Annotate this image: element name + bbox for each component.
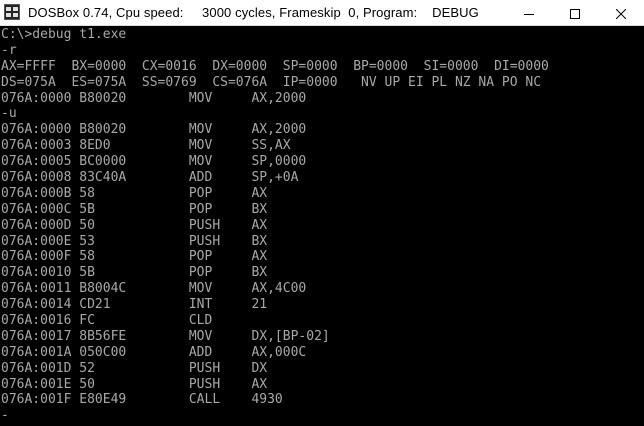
close-icon (615, 4, 627, 23)
dosbox-icon[interactable] (4, 4, 20, 20)
maximize-icon (570, 4, 580, 23)
terminal-line: 076A:0008 83C40A ADD SP,+0A (1, 170, 299, 186)
terminal-line: 076A:0016 FC CLD (1, 313, 213, 329)
terminal-line: 076A:0000 B80020 MOV AX,2000 (1, 90, 307, 106)
terminal-right-margin (630, 27, 644, 426)
terminal-line: - (1, 408, 9, 424)
terminal-line: 076A:0011 B8004C MOV AX,4C00 (1, 281, 307, 297)
terminal-line: 076A:000B 58 POP AX (1, 185, 268, 201)
terminal-line: 076A:000E 53 PUSH BX (1, 233, 268, 249)
terminal-line: 076A:001E 50 PUSH AX (1, 376, 268, 392)
terminal-line: 076A:0000 B80020 MOV AX,2000 (1, 122, 307, 138)
terminal-line: 076A:001F E80E49 CALL 4930 (1, 392, 283, 408)
terminal-line: 076A:000F 58 POP AX (1, 249, 268, 265)
terminal-line: 076A:001A 050C00 ADD AX,000C (1, 344, 307, 360)
terminal-line: 076A:0005 BC0000 MOV SP,0000 (1, 154, 307, 170)
dos-terminal[interactable]: C:\>debug t1.exe -r AX=FFFF BX=0000 CX=001… (0, 27, 630, 426)
terminal-line: 076A:0017 8B56FE MOV DX,[BP-02] (1, 328, 330, 344)
terminal-line: 076A:000C 5B POP BX (1, 201, 268, 217)
terminal-line: 076A:0003 8ED0 MOV SS,AX (1, 138, 291, 154)
minimize-button[interactable] (506, 0, 552, 26)
dosbox-window: DOSBox 0.74, Cpu speed: 3000 cycles, Fra… (0, 0, 644, 426)
terminal-line: 076A:0014 CD21 INT 21 (1, 297, 268, 313)
terminal-line: -u (1, 106, 17, 122)
maximize-button[interactable] (552, 0, 598, 26)
window-title: DOSBox 0.74, Cpu speed: 3000 cycles, Fra… (28, 5, 479, 20)
minimize-icon (524, 4, 534, 23)
title-bar[interactable]: DOSBox 0.74, Cpu speed: 3000 cycles, Fra… (0, 0, 644, 26)
terminal-line: 076A:000D 50 PUSH AX (1, 217, 268, 233)
terminal-line: C:\>debug t1.exe (1, 27, 127, 42)
terminal-line: DS=075A ES=075A SS=0769 CS=076A IP=0000 … (1, 74, 542, 90)
terminal-line: 076A:001D 52 PUSH DX (1, 360, 268, 376)
terminal-line: 076A:0010 5B POP BX (1, 265, 268, 281)
terminal-line: AX=FFFF BX=0000 CX=0016 DX=0000 SP=0000 … (1, 58, 549, 74)
close-button[interactable] (598, 0, 644, 26)
terminal-line: -r (1, 42, 17, 58)
